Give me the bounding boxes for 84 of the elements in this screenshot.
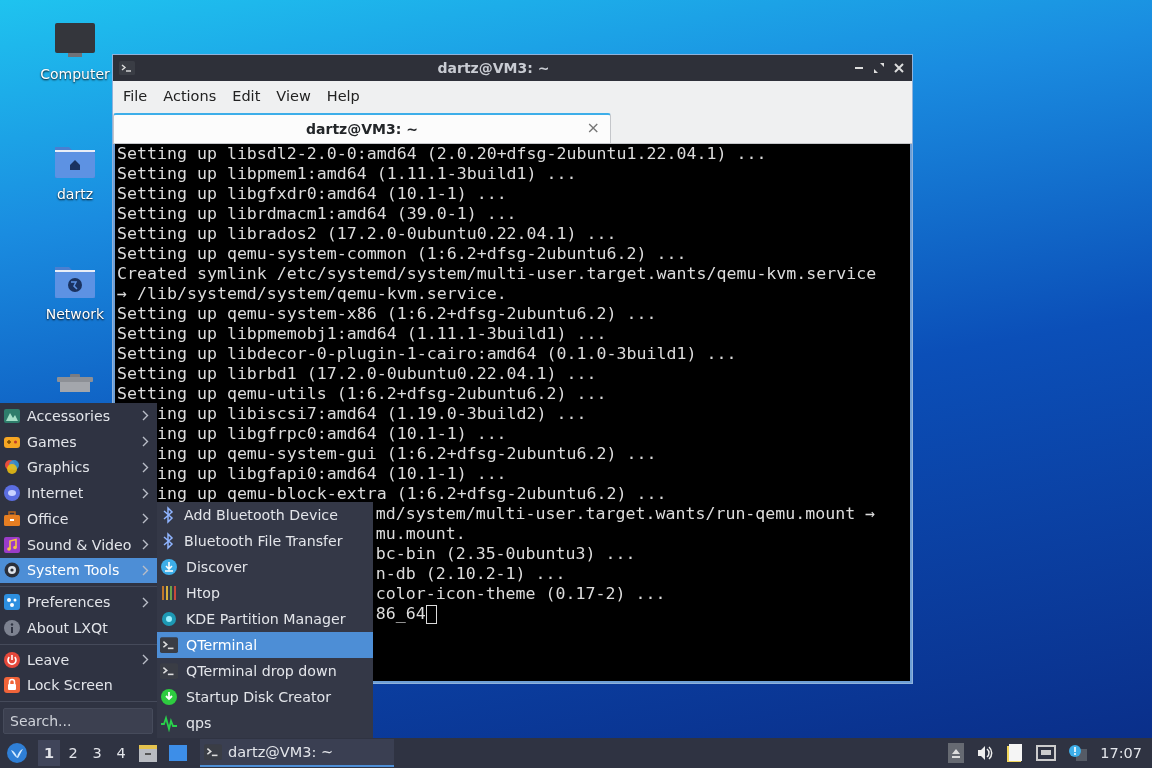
desktop-switch-button[interactable]: 2 <box>62 740 84 766</box>
terminal-line: Setting up librbd1 (17.2.0-0ubuntu0.22.04.1) ... <box>117 364 597 384</box>
info-icon <box>3 618 21 637</box>
terminal-line: bc-bin (2.35-0ubuntu3) ... <box>375 544 636 564</box>
terminal-line: Setting up qemu-system-x86 (1:6.2+dfsg-2ubuntu6.2) ... <box>117 304 657 324</box>
menu-item[interactable]: View <box>268 84 319 108</box>
menu-item[interactable]: Help <box>318 84 368 108</box>
desktop-switch-button[interactable]: 3 <box>86 740 108 766</box>
notification-icon[interactable] <box>1068 744 1089 762</box>
terminal-icon <box>160 636 178 654</box>
menu-item[interactable]: Office <box>0 506 157 532</box>
menu-item[interactable]: Discover <box>157 554 373 580</box>
menu-item[interactable]: Htop <box>157 580 373 606</box>
terminal-line: Setting up libsdl2-2.0-0:amd64 (2.0.20+dfsg-2ubuntu1.22.04.1) ... <box>117 144 767 164</box>
terminal-line: color-icon-theme (0.17-2) ... <box>375 584 666 604</box>
menu-item[interactable]: Games <box>0 428 157 455</box>
menu-item[interactable]: Sound & Video <box>0 531 157 558</box>
terminal-line: Setting up libpmem1:amd64 (1.11.1-3build1) ... <box>117 164 577 184</box>
download-icon <box>160 688 178 706</box>
globe-icon <box>3 484 21 503</box>
volume-icon[interactable] <box>976 744 995 762</box>
terminal-tab[interactable]: dartz@VM3: ~ × <box>113 113 611 143</box>
desktop-switch-button[interactable]: 4 <box>110 740 132 766</box>
close-icon[interactable] <box>892 61 906 75</box>
power-icon <box>3 650 21 669</box>
window-title: dartz@VM3: ~ <box>436 60 551 76</box>
terminal-line: ing up libgfapi0:amd64 (10.1-1) ... <box>156 464 507 484</box>
terminal-icon <box>204 743 222 761</box>
terminal-line: → /lib/systemd/system/qemu-kvm.service. <box>117 284 507 304</box>
task-button[interactable]: dartz@VM3: ~ <box>200 739 394 767</box>
desktop-icon-label[interactable]: Network <box>45 306 105 322</box>
desktop-switch-button[interactable]: 1 <box>38 740 60 766</box>
terminal-line: ing up qemu-system-gui (1:6.2+dfsg-2ubuntu6.2) ... <box>156 444 657 464</box>
color-palette-icon <box>3 458 21 477</box>
terminal-line: Setting up qemu-utils (1:6.2+dfsg-2ubuntu6.2) ... <box>117 384 607 404</box>
menu-item[interactable]: File <box>115 84 156 108</box>
menu-item[interactable]: KDE Partition Manager <box>157 606 373 632</box>
terminal-line: ing up qemu-block-extra (1:6.2+dfsg-2ubuntu6.2) ... <box>156 484 667 504</box>
terminal-line: md/system/multi-user.target.wants/run-qemu.mount → <box>375 504 876 524</box>
terminal-line: mu.mount. <box>375 524 466 544</box>
terminal-line: Setting up librdmacm1:amd64 (39.0-1) ... <box>117 204 517 224</box>
terminal-line: Setting up libgfxdr0:amd64 (10.1-1) ... <box>117 184 507 204</box>
file-cabinet-icon[interactable] <box>138 743 158 763</box>
eject-icon[interactable] <box>948 743 965 763</box>
disk-icon <box>160 610 178 628</box>
menu-item[interactable]: qps <box>157 710 373 736</box>
menu-item[interactable]: Edit <box>224 84 269 108</box>
menu-item[interactable]: QTerminal drop down <box>157 658 373 684</box>
tab-close-button[interactable]: × <box>586 118 600 137</box>
menu-item[interactable]: Graphics <box>0 454 157 481</box>
terminal-line: Setting up librados2 (17.2.0-0ubuntu0.22.04.1) ... <box>117 224 617 244</box>
download-icon <box>160 558 178 576</box>
bar-meter-icon <box>160 584 178 602</box>
terminal-line: ing up libiscsi7:amd64 (1.19.0-3build2) ... <box>156 404 587 424</box>
maximize-icon[interactable] <box>872 61 886 75</box>
menu-item[interactable]: Bluetooth File Transfer <box>157 528 373 554</box>
terminal-line: 86_64 <box>375 604 426 624</box>
terminal-line: Setting up libdecor-0-plugin-1-cairo:amd64 (0.1.0-3build1) ... <box>117 344 737 364</box>
menu-item[interactable]: Leave <box>0 646 157 673</box>
briefcase-icon <box>3 509 21 528</box>
search-field[interactable]: Search... <box>3 708 153 734</box>
terminal-line: Created symlink /etc/systemd/system/multi-user.target.wants/qemu-kvm.service <box>117 264 877 284</box>
menu-item[interactable]: Add Bluetooth Device <box>157 502 373 528</box>
terminal-icon <box>119 60 135 76</box>
pulse-icon <box>160 714 178 732</box>
terminal-line: Setting up libpmemobj1:amd64 (1.11.1-3build1) ... <box>117 324 607 344</box>
menu-item[interactable]: About LXQt <box>0 615 157 641</box>
menu-item[interactable]: Preferences <box>0 589 157 615</box>
music-note-icon <box>3 535 21 554</box>
menu-item[interactable]: Actions <box>155 84 225 108</box>
menu-item[interactable]: Startup Disk Creator <box>157 684 373 710</box>
terminal-line: ing up libgfrpc0:amd64 (10.1-1) ... <box>156 424 507 444</box>
padlock-icon <box>3 676 21 695</box>
terminal-icon <box>160 662 178 680</box>
terminal-line: n-db (2.10.2-1) ... <box>375 564 566 584</box>
monitor-icon <box>54 22 96 60</box>
menu-item[interactable]: Internet <box>0 480 157 506</box>
terminal-line: Setting up qemu-system-common (1:6.2+dfsg-2ubuntu6.2) ... <box>117 244 687 264</box>
menu-item[interactable]: Accessories <box>0 403 157 429</box>
menu-item[interactable]: Lock Screen <box>0 672 157 699</box>
settings-icon <box>3 593 21 612</box>
trash-icon <box>54 372 96 392</box>
clock[interactable]: 17:07 <box>1100 745 1142 761</box>
clipboard-icon[interactable] <box>1006 743 1025 763</box>
